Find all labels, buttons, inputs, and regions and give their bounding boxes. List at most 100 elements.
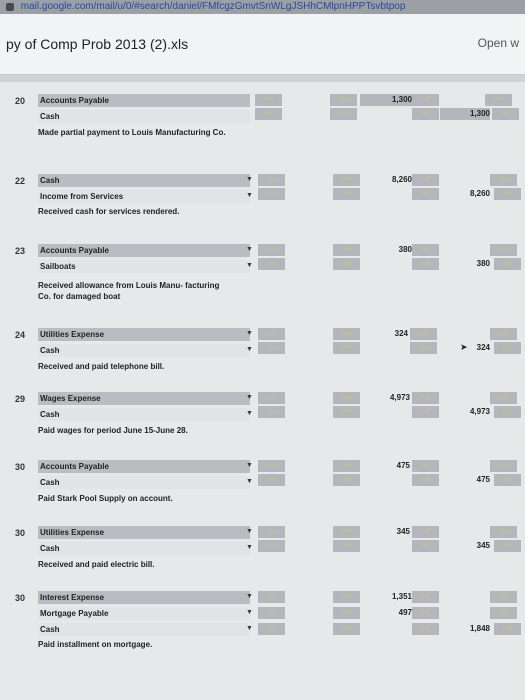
account-select[interactable]: Cash bbox=[38, 408, 250, 421]
null-cell[interactable]: null bbox=[494, 623, 521, 635]
chevron-down-icon[interactable]: ▼ bbox=[246, 392, 253, 403]
null-cell[interactable]: null bbox=[330, 94, 357, 106]
null-cell[interactable]: null bbox=[258, 342, 285, 354]
debit-amount[interactable]: 4,973 bbox=[360, 392, 410, 404]
null-cell[interactable]: null bbox=[333, 526, 360, 538]
chevron-down-icon[interactable]: ▼ bbox=[246, 408, 253, 419]
chevron-down-icon[interactable]: ▼ bbox=[246, 476, 253, 487]
null-cell[interactable]: null bbox=[412, 258, 439, 270]
null-cell[interactable]: null bbox=[412, 188, 439, 200]
debit-amount[interactable]: 475 bbox=[360, 460, 410, 472]
account-select[interactable]: Wages Expense bbox=[38, 392, 250, 405]
account-select[interactable]: Cash bbox=[38, 344, 250, 357]
null-cell[interactable]: null bbox=[333, 474, 360, 486]
debit-amount[interactable]: 497 bbox=[360, 607, 412, 619]
null-cell[interactable]: null bbox=[333, 623, 360, 635]
null-cell[interactable]: null bbox=[490, 392, 517, 404]
chevron-down-icon[interactable]: ▼ bbox=[246, 244, 253, 255]
null-cell[interactable]: null bbox=[412, 174, 439, 186]
null-cell[interactable]: null bbox=[333, 188, 360, 200]
null-cell[interactable]: null bbox=[490, 591, 517, 603]
account-select[interactable]: Accounts Payable bbox=[38, 460, 250, 473]
null-cell[interactable]: null bbox=[490, 244, 517, 256]
null-cell[interactable]: null bbox=[333, 328, 360, 340]
account-select[interactable]: Cash bbox=[38, 476, 250, 489]
null-cell[interactable]: null bbox=[412, 392, 439, 404]
credit-amount[interactable]: 475 bbox=[440, 474, 490, 486]
null-cell[interactable]: null bbox=[494, 188, 521, 200]
account-select[interactable]: Accounts Payable bbox=[38, 94, 250, 107]
null-cell[interactable]: null bbox=[410, 342, 437, 354]
null-cell[interactable]: null bbox=[490, 328, 517, 340]
credit-amount[interactable]: 8,260 bbox=[440, 188, 490, 200]
open-with-button[interactable]: Open w bbox=[478, 36, 519, 50]
chevron-down-icon[interactable]: ▼ bbox=[246, 623, 253, 634]
account-select[interactable]: Cash bbox=[38, 542, 250, 555]
credit-amount[interactable]: 4,973 bbox=[440, 406, 490, 418]
null-cell[interactable]: null bbox=[258, 406, 285, 418]
null-cell[interactable]: null bbox=[494, 474, 521, 486]
account-select[interactable]: Utilities Expense bbox=[38, 526, 250, 539]
null-cell[interactable]: null bbox=[258, 623, 285, 635]
null-cell[interactable]: null bbox=[490, 174, 517, 186]
null-cell[interactable]: null bbox=[333, 540, 360, 552]
null-cell[interactable]: null bbox=[410, 328, 437, 340]
null-cell[interactable]: null bbox=[333, 406, 360, 418]
null-cell[interactable]: null bbox=[412, 526, 439, 538]
null-cell[interactable]: null bbox=[255, 108, 282, 120]
account-select[interactable]: Income from Services bbox=[38, 190, 250, 203]
null-cell[interactable]: null bbox=[494, 540, 521, 552]
null-cell[interactable]: null bbox=[258, 474, 285, 486]
null-cell[interactable]: null bbox=[333, 591, 360, 603]
null-cell[interactable]: null bbox=[333, 392, 360, 404]
null-cell[interactable]: null bbox=[412, 406, 439, 418]
null-cell[interactable]: null bbox=[490, 607, 517, 619]
null-cell[interactable]: null bbox=[255, 94, 282, 106]
credit-amount[interactable]: 345 bbox=[440, 540, 490, 552]
chevron-down-icon[interactable]: ▼ bbox=[246, 344, 253, 355]
null-cell[interactable]: null bbox=[258, 607, 285, 619]
null-cell[interactable]: null bbox=[412, 460, 439, 472]
null-cell[interactable]: null bbox=[333, 460, 360, 472]
null-cell[interactable]: null bbox=[330, 108, 357, 120]
credit-amount[interactable]: 380 bbox=[440, 258, 490, 270]
null-cell[interactable]: null bbox=[333, 244, 360, 256]
account-select[interactable]: Mortgage Payable bbox=[38, 607, 250, 620]
debit-amount[interactable]: 324 bbox=[360, 328, 408, 340]
null-cell[interactable]: null bbox=[333, 258, 360, 270]
null-cell[interactable]: null bbox=[490, 460, 517, 472]
null-cell[interactable]: null bbox=[485, 94, 512, 106]
null-cell[interactable]: null bbox=[258, 540, 285, 552]
account-select[interactable]: Utilities Expense bbox=[38, 328, 250, 341]
null-cell[interactable]: null bbox=[258, 188, 285, 200]
null-cell[interactable]: null bbox=[412, 474, 439, 486]
credit-amount[interactable]: 324 bbox=[455, 342, 490, 354]
debit-amount[interactable]: 1,351 bbox=[360, 591, 412, 603]
account-select[interactable]: Sailboats bbox=[38, 260, 250, 273]
null-cell[interactable]: null bbox=[412, 108, 439, 120]
null-cell[interactable]: null bbox=[412, 623, 439, 635]
null-cell[interactable]: null bbox=[258, 174, 285, 186]
debit-amount[interactable]: 8,260 bbox=[360, 174, 412, 186]
browser-url-bar[interactable]: mail.google.com/mail/u/0/#search/daniel/… bbox=[0, 0, 525, 14]
credit-amount[interactable]: 1,848 bbox=[440, 623, 490, 635]
account-select[interactable]: Cash bbox=[38, 623, 250, 636]
null-cell[interactable]: null bbox=[258, 244, 285, 256]
null-cell[interactable]: null bbox=[494, 258, 521, 270]
null-cell[interactable]: null bbox=[258, 258, 285, 270]
null-cell[interactable]: null bbox=[412, 540, 439, 552]
chevron-down-icon[interactable]: ▼ bbox=[246, 260, 253, 271]
chevron-down-icon[interactable]: ▼ bbox=[246, 607, 253, 618]
null-cell[interactable]: null bbox=[412, 244, 439, 256]
chevron-down-icon[interactable]: ▼ bbox=[246, 190, 253, 201]
chevron-down-icon[interactable]: ▼ bbox=[246, 328, 253, 339]
null-cell[interactable]: null bbox=[494, 342, 521, 354]
null-cell[interactable]: null bbox=[258, 591, 285, 603]
null-cell[interactable]: null bbox=[492, 108, 519, 120]
account-select[interactable]: Cash bbox=[38, 110, 250, 123]
null-cell[interactable]: null bbox=[412, 591, 439, 603]
account-select[interactable]: Interest Expense bbox=[38, 591, 250, 604]
debit-amount[interactable]: 1,300 bbox=[360, 94, 412, 106]
chevron-down-icon[interactable]: ▼ bbox=[246, 542, 253, 553]
null-cell[interactable]: null bbox=[333, 342, 360, 354]
